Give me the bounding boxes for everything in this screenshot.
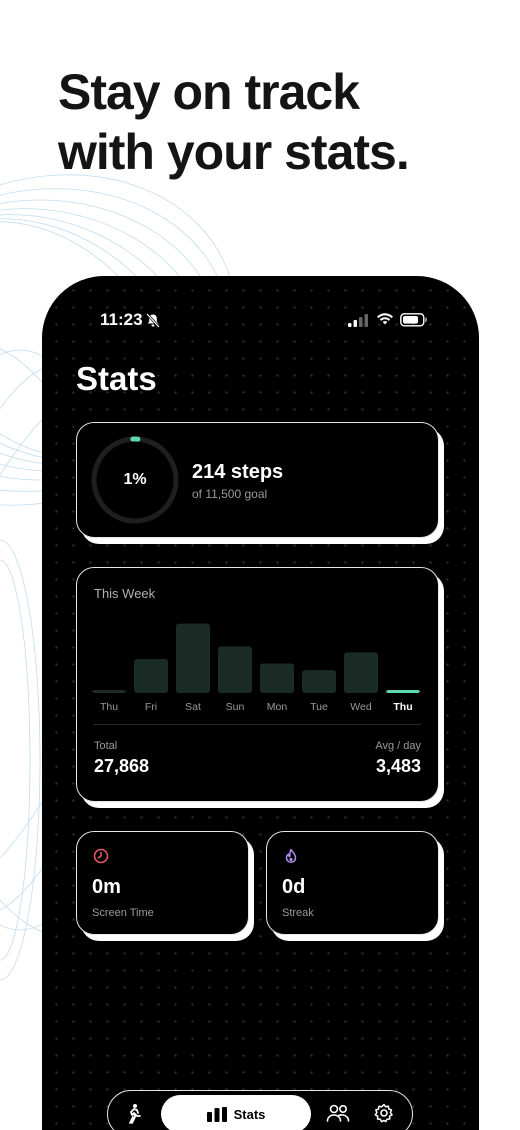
avg-label: Avg / day (375, 740, 421, 752)
steps-count: 214 steps (192, 461, 284, 483)
week-title: This Week (94, 586, 156, 601)
day-label-tue-5: Tue (310, 701, 328, 713)
screen-time-value: 0m (92, 876, 121, 898)
day-label-sat-2: Sat (185, 701, 201, 713)
streak-card[interactable]: 0d Streak (266, 831, 439, 935)
headline: Stay on track with your stats. (58, 62, 410, 182)
streak-label: Streak (282, 907, 314, 919)
steps-progress-card[interactable]: 1% 214 steps of 11,500 goal (76, 422, 439, 538)
bar-sun-3 (218, 646, 252, 693)
bar-thu-0 (92, 690, 126, 693)
streak-value: 0d (282, 876, 306, 898)
day-label-fri-1: Fri (144, 701, 158, 713)
bar-fri-1 (134, 658, 168, 693)
screen-time-label: Screen Time (92, 907, 154, 919)
bar-sat-2 (176, 623, 210, 693)
phone-screen: 11:23 Stats 1% 214 steps of 11,500 goal … (42, 276, 479, 1130)
headline-line-1: Stay on track (58, 64, 360, 120)
bell-slash-icon (146, 313, 160, 328)
day-label-thu-0: Thu (99, 701, 119, 713)
clock-icon (93, 848, 109, 864)
wifi-icon (377, 313, 393, 325)
stats-icon (206, 1106, 227, 1122)
total-label: Total (94, 740, 118, 752)
headline-line-2: with your stats. (58, 124, 410, 180)
bar-mon-4 (260, 663, 294, 693)
weekly-chart-card[interactable]: This Week Thu Fri Sat Sun Mon Tue Wed Thu Total… (76, 567, 439, 802)
tab-stats[interactable]: Stats (161, 1095, 311, 1130)
tab-stats-label: Stats (233, 1106, 266, 1122)
day-label-mon-4: Mon (266, 701, 288, 713)
settings-icon[interactable] (374, 1103, 394, 1123)
bar-wed-6 (344, 652, 378, 693)
signal-icon (348, 314, 368, 327)
divider (94, 724, 421, 725)
day-label-sun-3: Sun (225, 701, 245, 713)
battery-icon (400, 313, 427, 327)
friends-icon[interactable] (326, 1103, 350, 1123)
status-time: 11:23 (100, 310, 143, 329)
page-title: Stats (76, 360, 157, 397)
steps-percent: 1% (123, 471, 147, 488)
day-label-wed-6: Wed (350, 701, 372, 713)
bar-tue-5 (302, 670, 336, 693)
flame-icon (285, 848, 297, 864)
bar-thu-7 (386, 690, 420, 693)
day-label-thu-7: Thu (393, 701, 413, 713)
total-value: 27,868 (94, 756, 150, 776)
walk-icon[interactable] (124, 1103, 144, 1125)
avg-value: 3,483 (375, 756, 421, 776)
status-bar: 11:23 (42, 310, 479, 334)
screen-time-card[interactable]: 0m Screen Time (76, 831, 249, 935)
steps-goal: of 11,500 goal (192, 487, 268, 501)
bottom-tab-bar: Stats (107, 1090, 413, 1130)
